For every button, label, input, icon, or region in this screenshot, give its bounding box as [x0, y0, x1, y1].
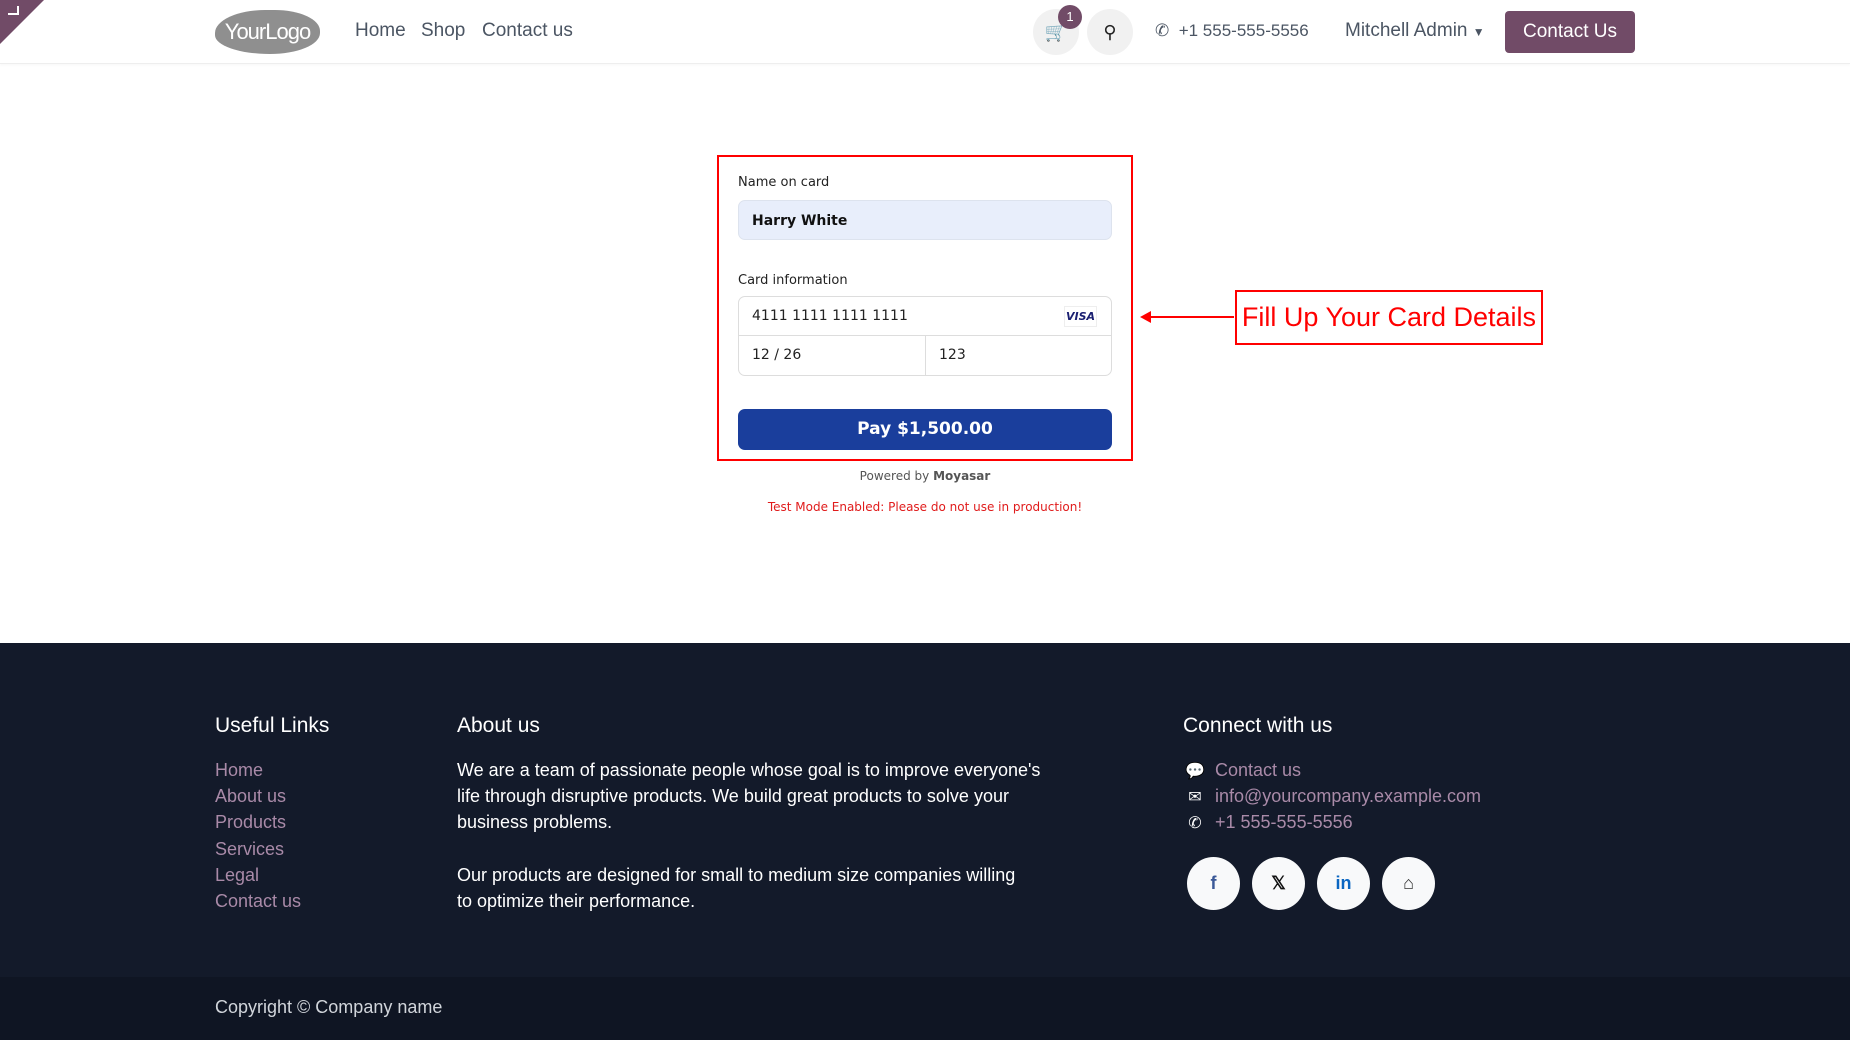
connect-title: Connect with us [1183, 714, 1333, 737]
about-paragraph-2: Our products are designed for small to m… [457, 865, 1016, 911]
x-icon[interactable]: 𝕏 [1252, 857, 1305, 910]
footer-link-home[interactable]: Home [215, 760, 263, 781]
nav-contact[interactable]: Contact us [482, 20, 573, 42]
caret-down-icon: ▼ [1472, 25, 1485, 39]
visa-icon: VISA [1064, 306, 1097, 327]
expiry-input[interactable]: 12 / 26 [739, 336, 926, 376]
pay-button[interactable]: Pay $1,500.00 [738, 409, 1112, 450]
cvc-input[interactable]: 123 [926, 336, 1112, 376]
envelope-icon: ✉ [1188, 789, 1202, 806]
home-icon[interactable]: ⌂ [1382, 857, 1435, 910]
footer-email-link[interactable]: info@yourcompany.example.com [1215, 786, 1481, 807]
provider-name: Moyasar [933, 469, 991, 483]
card-info-group: 4111 1111 1111 1111 VISA 12 / 26 123 [738, 296, 1112, 376]
footer-link-contact[interactable]: Contact us [215, 891, 301, 912]
card-number-input[interactable]: 4111 1111 1111 1111 VISA [739, 297, 1111, 336]
useful-links-title: Useful Links [215, 714, 330, 737]
annotation-label: Fill Up Your Card Details [1235, 290, 1543, 345]
logo[interactable]: YourLogo [215, 10, 320, 54]
test-mode-notice: Test Mode Enabled: Please do not use in … [767, 500, 1083, 514]
name-on-card-input[interactable]: Harry White [738, 200, 1112, 240]
user-menu[interactable]: Mitchell Admin ▼ [1345, 20, 1485, 42]
powered-by: Powered by Moyasar [738, 469, 1112, 483]
footer-link-about[interactable]: About us [215, 786, 286, 807]
nav-home[interactable]: Home [355, 20, 406, 42]
corner-icon [8, 6, 19, 15]
nav-shop[interactable]: Shop [421, 20, 465, 42]
about-title: About us [457, 714, 540, 737]
card-info-label: Card information [738, 273, 848, 288]
footer-link-products[interactable]: Products [215, 812, 286, 833]
footer-contact-link[interactable]: Contact us [1215, 760, 1301, 781]
phone-icon: ✆ [1188, 815, 1202, 832]
linkedin-icon[interactable]: in [1317, 857, 1370, 910]
edit-corner[interactable] [0, 0, 44, 44]
header-phone[interactable]: ✆ +1 555-555-5556 [1155, 21, 1309, 41]
facebook-icon[interactable]: f [1187, 857, 1240, 910]
name-label: Name on card [738, 175, 830, 190]
powered-text: Powered by [859, 469, 930, 483]
arrow-line [1148, 316, 1234, 318]
card-number: 4111 1111 1111 1111 [752, 308, 908, 324]
contact-us-button[interactable]: Contact Us [1505, 11, 1635, 53]
chat-icon: 💬 [1185, 763, 1205, 780]
search-icon[interactable]: ⚲ [1087, 9, 1133, 55]
copyright: Copyright © Company name [215, 997, 443, 1017]
phone-icon: ✆ [1155, 21, 1170, 40]
footer-link-services[interactable]: Services [215, 839, 284, 860]
footer-phone-link[interactable]: +1 555-555-5556 [1215, 812, 1353, 833]
cart-count-badge: 1 [1058, 5, 1082, 29]
about-paragraph-1: We are a team of passionate people whose… [457, 760, 1041, 832]
user-name: Mitchell Admin [1345, 20, 1468, 41]
footer-link-legal[interactable]: Legal [215, 865, 259, 886]
phone-text: +1 555-555-5556 [1178, 21, 1309, 40]
